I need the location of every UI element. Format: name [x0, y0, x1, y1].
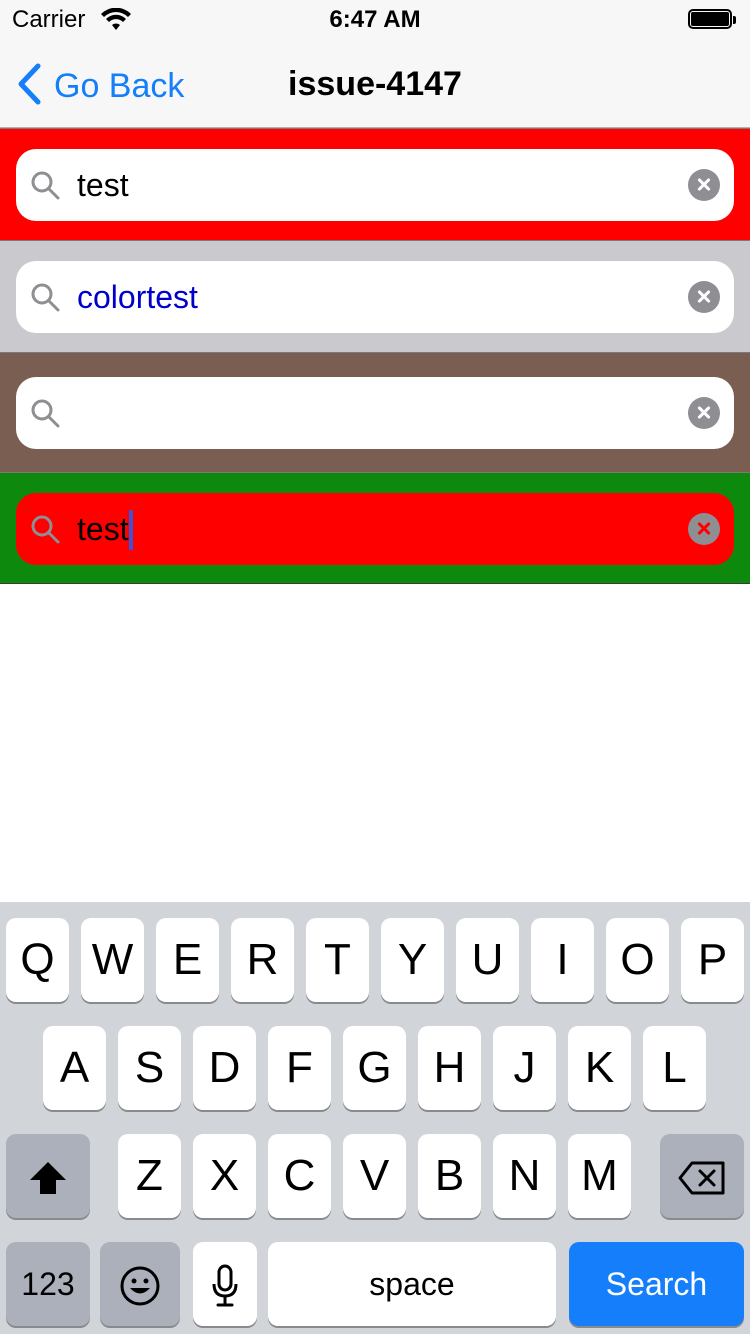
key-o[interactable]: O — [606, 918, 669, 1002]
search-icon — [30, 514, 60, 549]
search-field[interactable]: colortest — [16, 261, 734, 333]
search-bar-brown — [0, 352, 750, 472]
key-r[interactable]: R — [231, 918, 294, 1002]
microphone-key[interactable] — [193, 1242, 257, 1326]
microphone-icon — [210, 1259, 240, 1308]
search-icon — [30, 398, 60, 433]
clear-icon[interactable] — [688, 397, 720, 429]
key-l[interactable]: L — [643, 1026, 706, 1110]
space-key[interactable]: space — [268, 1242, 556, 1326]
text-cursor — [128, 509, 133, 550]
search-field-text: test — [77, 167, 129, 203]
keyboard: QWERTYUIOP ASDFGHJKL ZXCVBNM 123 space S… — [0, 902, 750, 1334]
key-v[interactable]: V — [343, 1134, 406, 1218]
search-field-text: test — [77, 511, 129, 547]
search-field-text: colortest — [77, 279, 198, 315]
key-f[interactable]: F — [268, 1026, 331, 1110]
key-k[interactable]: K — [568, 1026, 631, 1110]
navigation-bar: Go Back issue-4147 — [0, 40, 750, 128]
key-u[interactable]: U — [456, 918, 519, 1002]
key-q[interactable]: Q — [6, 918, 69, 1002]
search-field-focused[interactable]: test — [16, 493, 734, 565]
key-e[interactable]: E — [156, 918, 219, 1002]
battery-icon — [688, 9, 738, 31]
search-field[interactable] — [16, 377, 734, 449]
status-time: 6:47 AM — [329, 6, 421, 33]
clear-icon[interactable] — [688, 513, 720, 545]
search-bar-green: test — [0, 472, 750, 584]
key-j[interactable]: J — [493, 1026, 556, 1110]
clear-icon[interactable] — [688, 169, 720, 201]
emoji-key[interactable] — [100, 1242, 180, 1326]
key-w[interactable]: W — [81, 918, 144, 1002]
key-a[interactable]: A — [43, 1026, 106, 1110]
key-h[interactable]: H — [418, 1026, 481, 1110]
shift-key[interactable] — [6, 1134, 90, 1218]
key-b[interactable]: B — [418, 1134, 481, 1218]
search-bar-gray: colortest — [0, 240, 750, 352]
shift-icon — [28, 1151, 68, 1200]
key-s[interactable]: S — [118, 1026, 181, 1110]
search-field-text-wrapper: test — [77, 493, 133, 565]
key-i[interactable]: I — [531, 918, 594, 1002]
key-z[interactable]: Z — [118, 1134, 181, 1218]
key-t[interactable]: T — [306, 918, 369, 1002]
search-icon — [30, 170, 60, 205]
backspace-icon — [678, 1151, 726, 1200]
numbers-key[interactable]: 123 — [6, 1242, 90, 1326]
page-title: issue-4147 — [288, 65, 462, 103]
key-m[interactable]: M — [568, 1134, 631, 1218]
status-bar: Carrier 6:47 AM — [0, 0, 750, 40]
key-g[interactable]: G — [343, 1026, 406, 1110]
search-field[interactable]: test — [16, 149, 734, 221]
search-key[interactable]: Search — [569, 1242, 744, 1326]
key-n[interactable]: N — [493, 1134, 556, 1218]
key-d[interactable]: D — [193, 1026, 256, 1110]
backspace-key[interactable] — [660, 1134, 744, 1218]
search-bar-red: test — [0, 128, 750, 240]
key-y[interactable]: Y — [381, 918, 444, 1002]
key-c[interactable]: C — [268, 1134, 331, 1218]
key-x[interactable]: X — [193, 1134, 256, 1218]
search-icon — [30, 282, 60, 317]
emoji-icon — [119, 1259, 161, 1308]
clear-icon[interactable] — [688, 281, 720, 313]
key-p[interactable]: P — [681, 918, 744, 1002]
